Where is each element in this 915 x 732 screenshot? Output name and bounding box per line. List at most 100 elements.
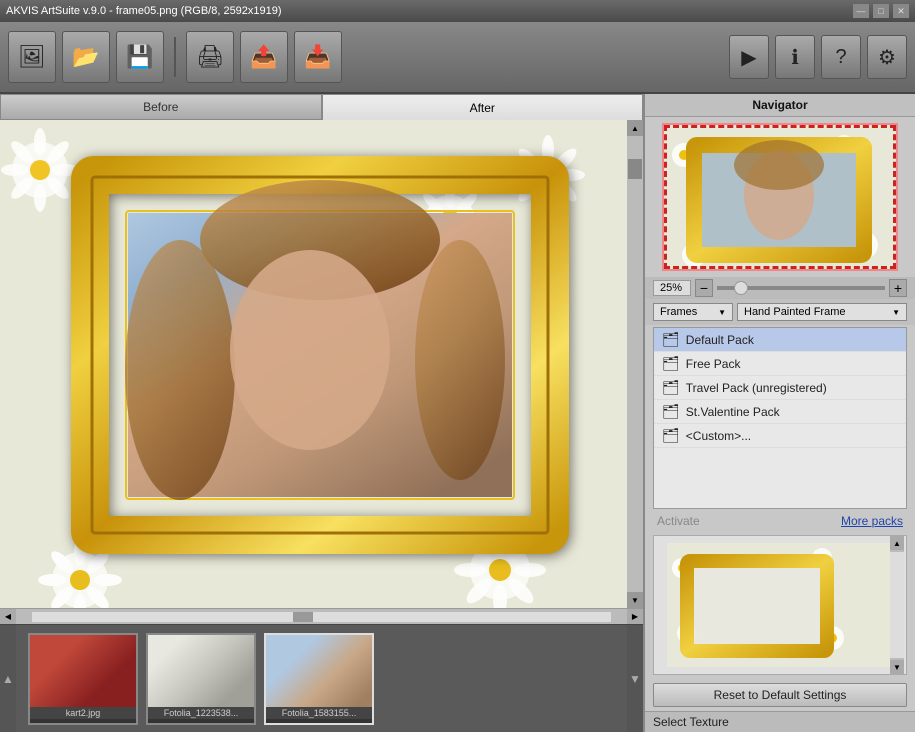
window-controls: — □ ✕ bbox=[853, 4, 909, 18]
print-icon: 🖨 bbox=[196, 44, 224, 70]
open-folder-button[interactable]: 📂 bbox=[62, 31, 110, 83]
category-dropdown[interactable]: Frames ▼ bbox=[653, 303, 733, 321]
open-folder-icon: 📂 bbox=[72, 44, 99, 70]
select-texture-label: Select Texture bbox=[645, 711, 915, 732]
pack-item-free[interactable]: 🗂 Free Pack bbox=[654, 352, 906, 376]
zoom-minus-button[interactable]: − bbox=[695, 279, 713, 297]
tab-before[interactable]: Before bbox=[0, 94, 322, 120]
reset-button[interactable]: Reset to Default Settings bbox=[653, 683, 907, 707]
preview-scroll-up[interactable]: ▲ bbox=[890, 536, 904, 550]
folder-icon: 🗂 bbox=[662, 331, 680, 348]
toolbar: 🖼 📂 💾 🖨 📤 📥 ▶ ℹ ? ⚙ bbox=[0, 22, 915, 94]
pack-item-custom[interactable]: 🗂 <Custom>... bbox=[654, 424, 906, 448]
thumb2-art bbox=[148, 635, 254, 707]
maximize-button[interactable]: □ bbox=[873, 4, 889, 18]
settings-button[interactable]: ⚙ bbox=[867, 35, 907, 79]
pack-label: <Custom>... bbox=[686, 429, 751, 443]
save-button[interactable]: 💾 bbox=[116, 31, 164, 83]
preview-scroll-down[interactable]: ▼ bbox=[890, 660, 904, 674]
frame-name-dropdown[interactable]: Hand Painted Frame ▼ bbox=[737, 303, 907, 321]
pack-label: Free Pack bbox=[686, 357, 741, 371]
main-area: Before After bbox=[0, 94, 915, 732]
zoom-slider[interactable] bbox=[717, 286, 885, 290]
pack-label: Travel Pack (unregistered) bbox=[686, 381, 827, 395]
scroll-thumb-h[interactable] bbox=[293, 612, 313, 622]
thumbnail-item[interactable]: kart2.jpg bbox=[28, 633, 138, 725]
pack-item-default[interactable]: 🗂 Default Pack bbox=[654, 328, 906, 352]
strip-scroll-left[interactable]: ▲ bbox=[0, 625, 16, 732]
zoom-plus-button[interactable]: + bbox=[889, 279, 907, 297]
folder-icon: 🗂 bbox=[662, 403, 680, 420]
horizontal-scrollbar[interactable]: ◀ ▶ bbox=[0, 608, 643, 624]
canvas-area[interactable] bbox=[0, 120, 627, 608]
scroll-right-button[interactable]: ▶ bbox=[627, 609, 643, 625]
chevron-down-icon: ▼ bbox=[718, 308, 726, 317]
left-panel: Before After bbox=[0, 94, 643, 732]
import-button[interactable]: 📥 bbox=[294, 31, 342, 83]
background-flowers-svg bbox=[0, 120, 627, 608]
title-text: AKVIS ArtSuite v.9.0 - frame05.png (RGB/… bbox=[6, 5, 282, 17]
titlebar: AKVIS ArtSuite v.9.0 - frame05.png (RGB/… bbox=[0, 0, 915, 22]
export-button[interactable]: 📤 bbox=[240, 31, 288, 83]
navigator-view[interactable] bbox=[662, 123, 898, 271]
more-packs-link[interactable]: More packs bbox=[841, 514, 903, 528]
pack-list[interactable]: 🗂 Default Pack 🗂 Free Pack 🗂 Travel Pack… bbox=[653, 327, 907, 509]
thumb-image-3 bbox=[266, 635, 372, 707]
thumbnail-item[interactable]: Fotolia_1223538... bbox=[146, 633, 256, 725]
close-button[interactable]: ✕ bbox=[893, 4, 909, 18]
preview-scrollbar[interactable]: ▲ ▼ bbox=[890, 536, 904, 674]
zoom-slider-thumb[interactable] bbox=[734, 281, 748, 295]
open-button[interactable]: 🖼 bbox=[8, 31, 56, 83]
scroll-thumb[interactable] bbox=[628, 159, 642, 179]
strip-scroll-right[interactable]: ▼ bbox=[627, 625, 643, 732]
scroll-down-button[interactable]: ▼ bbox=[627, 592, 643, 608]
pack-item-valentine[interactable]: 🗂 St.Valentine Pack bbox=[654, 400, 906, 424]
thumb-label-2: Fotolia_1223538... bbox=[148, 707, 254, 719]
canvas-row: ▲ ▼ bbox=[0, 120, 643, 608]
open-icon: 🖼 bbox=[18, 44, 46, 70]
play-button[interactable]: ▶ bbox=[729, 35, 769, 79]
folder-icon: 🗂 bbox=[662, 355, 680, 372]
thumbnail-strip: ▲ kart2.jpg Fotolia_1223538... bbox=[0, 624, 643, 732]
scroll-left-button[interactable]: ◀ bbox=[0, 609, 16, 625]
preview-scroll-thumb[interactable] bbox=[890, 552, 904, 658]
scroll-up-button[interactable]: ▲ bbox=[627, 120, 643, 136]
activate-row: Activate More packs bbox=[645, 511, 915, 531]
scroll-track[interactable] bbox=[627, 136, 643, 592]
tab-after[interactable]: After bbox=[322, 94, 644, 120]
preview-area: ▲ ▼ bbox=[653, 535, 907, 675]
thumb-image-1 bbox=[30, 635, 136, 707]
import-icon: 📥 bbox=[304, 44, 331, 70]
thumb-label-1: kart2.jpg bbox=[30, 707, 136, 719]
thumb-label-3: Fotolia_1583155... bbox=[266, 707, 372, 719]
thumbnail-item-active[interactable]: Fotolia_1583155... bbox=[264, 633, 374, 725]
navigator-image bbox=[664, 125, 896, 269]
navigator-label: Navigator bbox=[645, 94, 915, 117]
preview-svg bbox=[667, 543, 894, 667]
folder-icon: 🗂 bbox=[662, 379, 680, 396]
pack-label: Default Pack bbox=[686, 333, 754, 347]
export-icon: 📤 bbox=[250, 44, 277, 70]
info-button[interactable]: ℹ bbox=[775, 35, 815, 79]
canvas-vertical-scrollbar[interactable]: ▲ ▼ bbox=[627, 120, 643, 608]
print-button[interactable]: 🖨 bbox=[186, 31, 234, 83]
help-button[interactable]: ? bbox=[821, 35, 861, 79]
pack-item-travel[interactable]: 🗂 Travel Pack (unregistered) bbox=[654, 376, 906, 400]
right-panel: Navigator bbox=[643, 94, 915, 732]
folder-icon: 🗂 bbox=[662, 427, 680, 444]
nav-svg bbox=[664, 125, 896, 269]
minimize-button[interactable]: — bbox=[853, 4, 869, 18]
main-image bbox=[0, 120, 627, 608]
save-icon: 💾 bbox=[126, 44, 153, 70]
activate-button[interactable]: Activate bbox=[657, 514, 700, 528]
chevron-down-icon: ▼ bbox=[892, 308, 900, 317]
scroll-track-h[interactable] bbox=[32, 612, 611, 622]
thumb3-art bbox=[266, 635, 372, 707]
effect-selector: Frames ▼ Hand Painted Frame ▼ bbox=[645, 299, 915, 325]
zoom-bar: 25% − + bbox=[645, 277, 915, 299]
toolbar-divider bbox=[174, 37, 176, 77]
right-toolbar: ▶ ℹ ? ⚙ bbox=[729, 35, 907, 79]
thumb-image-2 bbox=[148, 635, 254, 707]
thumb1-art bbox=[30, 635, 136, 707]
zoom-value[interactable]: 25% bbox=[653, 280, 691, 296]
